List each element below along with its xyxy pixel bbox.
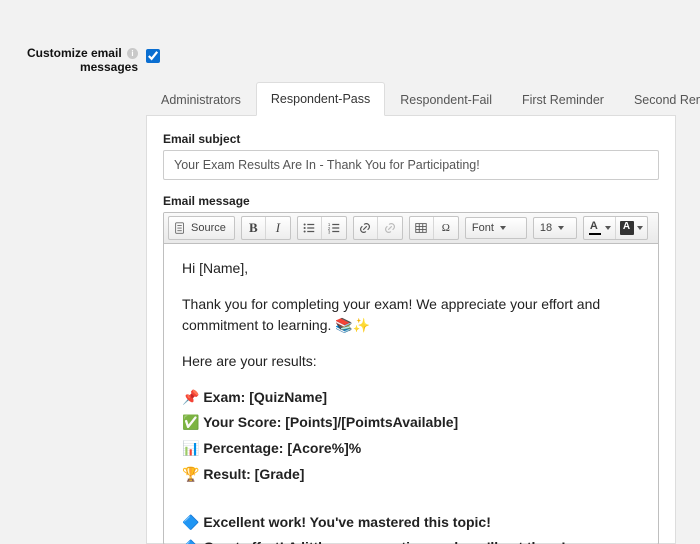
tab-administrators[interactable]: Administrators [146,83,256,116]
table-button[interactable] [410,217,434,239]
bulleted-list-button[interactable] [298,217,322,239]
document-icon [173,221,187,235]
body-greeting: Hi [Name], [182,258,640,280]
text-color-button[interactable]: A [584,217,616,239]
bulleted-list-icon [302,221,316,235]
font-size-select[interactable]: 18 [533,217,577,239]
tab-first-reminder[interactable]: First Reminder [507,83,619,116]
tabs-bar: Administrators Respondent-Pass Responden… [146,82,676,116]
body-feedback-2: 🔷 Great effort! A little more practice, … [182,537,640,544]
body-exam-line: 📌 Exam: [QuizName] [182,387,640,409]
special-char-button[interactable]: Ω [434,217,458,239]
info-icon: i [127,48,138,59]
email-subject-label: Email subject [163,132,659,146]
customize-email-label: Customize email i messages [18,46,138,74]
editor-body[interactable]: Hi [Name], Thank you for completing your… [164,244,658,544]
tab-respondent-pass[interactable]: Respondent-Pass [256,82,385,116]
font-family-select[interactable]: Font [465,217,527,239]
rich-text-editor: Source B I 123 [163,212,659,544]
body-feedback-1: 🔷 Excellent work! You've mastered this t… [182,512,640,534]
body-score-line: ✅ Your Score: [Points]/[PoimtsAvailable] [182,412,640,434]
body-thanks: Thank you for completing your exam! We a… [182,294,640,337]
unlink-button[interactable] [378,217,402,239]
bold-button[interactable]: B [242,217,266,239]
link-icon [358,221,372,235]
tab-panel: Email subject Email message Source B I 1… [146,116,676,544]
customize-email-checkbox[interactable] [146,49,160,63]
tab-second-reminder[interactable]: Second Reminder [619,83,700,116]
body-result-line: 🏆 Result: [Grade] [182,464,640,486]
email-message-label: Email message [163,194,659,208]
italic-button[interactable]: I [266,217,290,239]
svg-text:3: 3 [328,230,331,235]
numbered-list-button[interactable]: 123 [322,217,346,239]
tab-respondent-fail[interactable]: Respondent-Fail [385,83,507,116]
numbered-list-icon: 123 [327,221,341,235]
source-button[interactable]: Source [169,217,234,239]
body-results-intro: Here are your results: [182,351,640,373]
unlink-icon [383,221,397,235]
body-percentage-line: 📊 Percentage: [Acore%]% [182,438,640,460]
email-subject-input[interactable] [163,150,659,180]
bg-color-button[interactable]: A [616,217,647,239]
link-button[interactable] [354,217,378,239]
table-icon [414,221,428,235]
editor-toolbar: Source B I 123 [164,213,658,244]
